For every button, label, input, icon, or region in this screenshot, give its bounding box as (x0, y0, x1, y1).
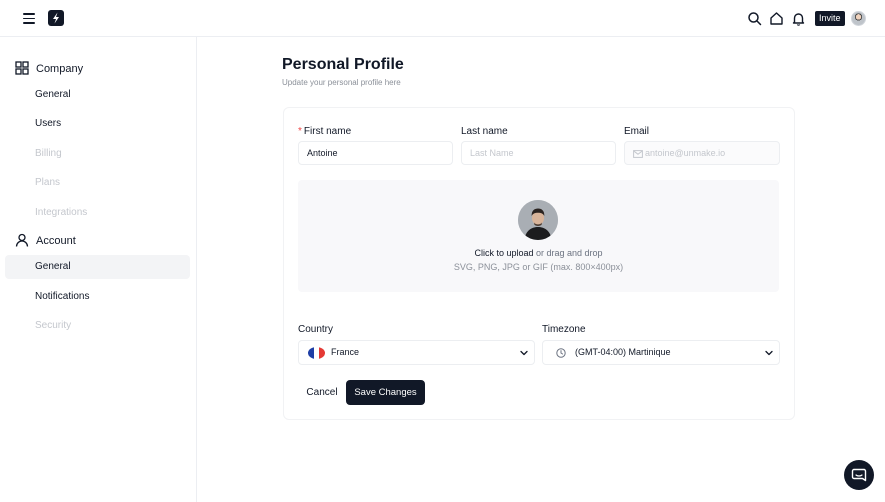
cancel-button[interactable]: Cancel (301, 381, 343, 405)
hamburger-menu-icon[interactable] (22, 11, 38, 25)
first-name-input[interactable]: Antoine (298, 141, 453, 165)
clock-icon (556, 348, 566, 358)
last-name-input[interactable]: Last Name (461, 141, 616, 165)
chat-icon (851, 468, 867, 482)
photo-upload-dropzone[interactable]: Click to upload or drag and drop SVG, PN… (298, 180, 779, 292)
required-mark: * (298, 126, 302, 137)
timezone-select[interactable]: (GMT-04:00) Martinique (542, 340, 780, 365)
email-placeholder: antoine@unmake.io (645, 148, 726, 158)
home-icon[interactable] (768, 10, 785, 27)
timezone-value: (GMT-04:00) Martinique (575, 347, 671, 357)
country-select[interactable]: France (298, 340, 535, 365)
profile-photo-image (518, 200, 558, 240)
bolt-icon (53, 12, 59, 24)
bell-icon[interactable] (790, 10, 807, 27)
sidebar-group-label: Account (36, 235, 76, 247)
sidebar-item-security: Security (35, 320, 72, 331)
grid-icon (15, 61, 29, 75)
click-to-upload-link[interactable]: Click to upload (474, 248, 533, 258)
chevron-down-icon (765, 350, 773, 356)
page-title: Personal Profile (282, 56, 404, 73)
sidebar-item-plans: Plans (35, 177, 61, 188)
user-icon (15, 233, 29, 247)
invite-button[interactable]: Invite (815, 11, 845, 26)
user-avatar[interactable] (851, 11, 866, 26)
country-label: Country (298, 324, 334, 335)
sidebar-item-company-general[interactable]: General (5, 83, 190, 107)
sidebar-item-billing: Billing (35, 148, 62, 159)
upload-formats: SVG, PNG, JPG or GIF (max. 800×400px) (453, 262, 624, 272)
app-logo[interactable] (48, 10, 64, 26)
mail-icon (633, 150, 643, 158)
timezone-label: Timezone (542, 324, 586, 335)
page-subtitle: Update your personal profile here (282, 78, 401, 87)
chat-support-button[interactable] (844, 460, 874, 490)
email-input[interactable]: antoine@unmake.io (624, 141, 780, 165)
save-changes-button[interactable]: Save Changes (346, 380, 425, 405)
sidebar-item-integrations: Integrations (35, 207, 88, 218)
first-name-label-text: First name (303, 126, 352, 137)
upload-hint: or drag and drop (533, 248, 603, 258)
sidebar-item-account-general[interactable]: General (5, 255, 190, 279)
country-value: France (331, 347, 360, 357)
sidebar-item-users[interactable]: Users (5, 112, 190, 136)
sidebar-group-label: Company (36, 63, 84, 75)
search-icon[interactable] (746, 10, 763, 27)
profile-photo (518, 200, 558, 240)
chevron-down-icon (520, 350, 528, 356)
first-name-label: * First name (298, 126, 351, 137)
upload-instructions: Click to upload or drag and drop (298, 248, 779, 258)
email-label: Email (624, 126, 650, 137)
france-flag-icon (308, 347, 325, 359)
sidebar-item-notifications[interactable]: Notifications (5, 285, 190, 309)
top-bar: Invite (0, 0, 885, 37)
last-name-label: Last name (461, 126, 508, 137)
